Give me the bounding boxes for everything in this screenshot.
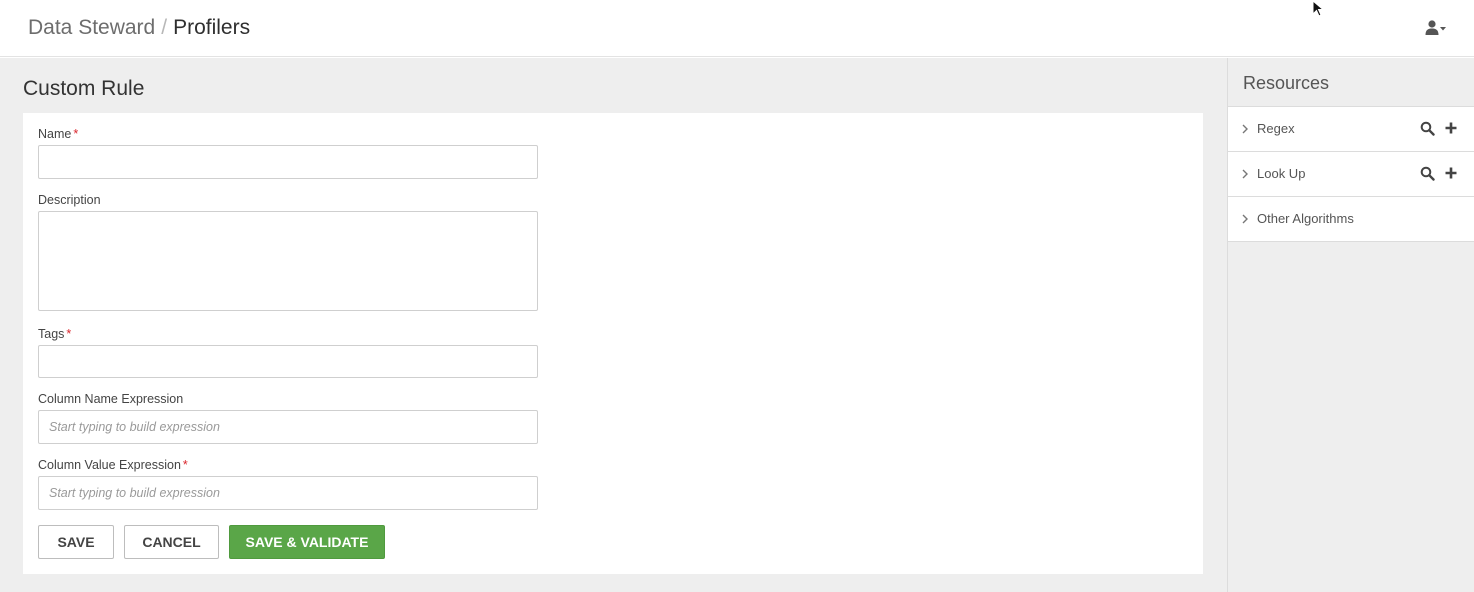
name-label: Name * <box>38 126 78 142</box>
resources-sidebar: Resources Regex Look Up Other Algorithms <box>1227 58 1474 592</box>
name-input[interactable] <box>38 145 538 179</box>
breadcrumb-profilers: Profilers <box>173 16 251 39</box>
save-button[interactable]: SAVE <box>38 525 114 559</box>
tags-input[interactable] <box>38 345 538 378</box>
column-name-expression-label: Column Name Expression <box>38 391 183 407</box>
column-name-expression-input[interactable] <box>38 410 538 444</box>
main-content: Custom Rule Name * Description Tags * Colu… <box>0 58 1227 592</box>
user-icon <box>1425 20 1446 35</box>
column-value-expression-input[interactable] <box>38 476 538 510</box>
description-label: Description <box>38 192 101 208</box>
resource-item-label: Look Up <box>1257 166 1306 181</box>
chevron-right-icon <box>1242 214 1248 224</box>
description-textarea[interactable] <box>38 211 538 311</box>
search-icon[interactable] <box>1420 166 1435 181</box>
resource-item-look-up[interactable]: Look Up <box>1228 152 1474 197</box>
resource-item-label: Regex <box>1257 121 1295 136</box>
caret-down-icon <box>1440 27 1446 31</box>
breadcrumb: Data Steward / Profilers <box>28 15 250 41</box>
page-title: Custom Rule <box>23 77 145 100</box>
tags-label: Tags * <box>38 326 71 342</box>
chevron-right-icon <box>1242 169 1248 179</box>
chevron-right-icon <box>1242 124 1248 134</box>
resource-item-label: Other Algorithms <box>1257 211 1354 226</box>
custom-rule-form: Name * Description Tags * Column Name Expr… <box>23 113 1203 574</box>
column-value-expression-label-text: Column Value Expression <box>38 458 181 472</box>
resource-item-regex[interactable]: Regex <box>1228 107 1474 152</box>
cancel-button[interactable]: CANCEL <box>124 525 219 559</box>
save-and-validate-button[interactable]: SAVE & VALIDATE <box>229 525 385 559</box>
description-label-text: Description <box>38 193 101 207</box>
required-marker: * <box>66 327 72 341</box>
required-marker: * <box>182 458 188 472</box>
required-marker: * <box>73 127 79 141</box>
plus-icon[interactable] <box>1444 121 1458 135</box>
tags-label-text: Tags <box>38 327 65 341</box>
search-icon[interactable] <box>1420 121 1435 136</box>
user-menu-button[interactable] <box>1424 18 1448 38</box>
column-name-expression-label-text: Column Name Expression <box>38 392 184 406</box>
plus-icon[interactable] <box>1444 166 1458 180</box>
resources-list: Regex Look Up Other Algorithms <box>1228 106 1474 242</box>
top-navbar: Data Steward / Profilers <box>0 0 1474 57</box>
mouse-cursor-icon <box>1312 0 1325 17</box>
breadcrumb-separator: / <box>161 16 168 39</box>
resources-title: Resources <box>1243 73 1330 93</box>
column-value-expression-label: Column Value Expression * <box>38 457 188 473</box>
breadcrumb-data-steward[interactable]: Data Steward <box>28 16 155 39</box>
name-label-text: Name <box>38 127 72 141</box>
resource-item-other-algorithms[interactable]: Other Algorithms <box>1228 197 1474 242</box>
